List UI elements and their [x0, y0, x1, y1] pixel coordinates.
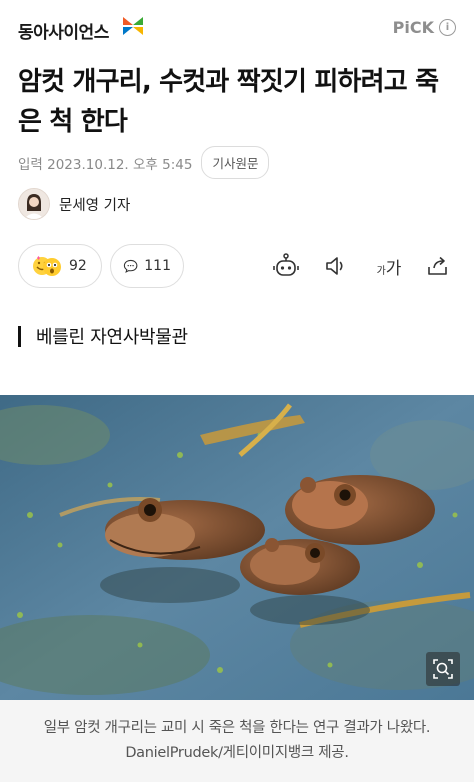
article-title: 암컷 개구리, 수컷과 짝짓기 피하려고 죽은 척 한다 — [18, 67, 439, 137]
reporter-byline[interactable]: 문세영 기자 — [18, 188, 130, 220]
info-icon[interactable]: i — [439, 19, 456, 36]
share-icon — [428, 256, 447, 275]
frogs-in-pond-image — [0, 395, 474, 700]
site-logo[interactable]: 동아사이언스 — [18, 18, 109, 43]
listen-speaker-button[interactable] — [320, 250, 352, 282]
reporter-name: 문세영 기자 — [59, 197, 131, 214]
pick-label: PiCK — [392, 18, 434, 37]
share-button[interactable] — [422, 250, 454, 282]
comment-icon — [123, 259, 138, 273]
comment-button[interactable]: 111 — [110, 244, 184, 288]
section-bar — [18, 325, 21, 347]
font-size-button[interactable]: 가 가 — [370, 250, 408, 282]
font-size-small-glyph: 가 — [376, 265, 386, 277]
reporter-portrait-icon — [19, 189, 49, 219]
article-meta: 입력 2023.10.12. 오후 5:45 기사원문 — [18, 146, 270, 179]
original-article-button[interactable]: 기사원문 — [201, 146, 270, 179]
photo-caption: 일부 암컷 개구리는 교미 시 죽은 척을 한다는 연구 결과가 나왔다. Da… — [0, 700, 474, 782]
pick-badge[interactable]: PiCK i — [393, 18, 456, 37]
published-date: 입력 2023.10.12. 오후 5:45 — [18, 156, 193, 173]
zoom-icon — [433, 659, 453, 679]
article-photo[interactable] — [0, 395, 474, 700]
section-title: 베를린 자연사박물관 — [36, 327, 188, 348]
zoom-image-button[interactable] — [426, 652, 460, 686]
reaction-button[interactable]: 92 — [18, 244, 102, 288]
font-size-large-glyph: 가 — [385, 258, 402, 279]
reaction-count: 92 — [69, 258, 87, 274]
logo-mark-icon — [123, 17, 143, 35]
speaker-icon — [326, 257, 343, 275]
robot-icon — [273, 253, 299, 276]
section-heading: 베를린 자연사박물관 — [18, 322, 188, 350]
comment-count: 111 — [144, 258, 171, 274]
robot-summary-icon[interactable] — [270, 250, 302, 282]
reporter-avatar — [18, 188, 50, 220]
header: 동아사이언스 PiCK i — [0, 0, 474, 56]
reaction-emoji-icon — [33, 256, 61, 276]
action-bar: 92 111 가 가 — [18, 244, 456, 288]
